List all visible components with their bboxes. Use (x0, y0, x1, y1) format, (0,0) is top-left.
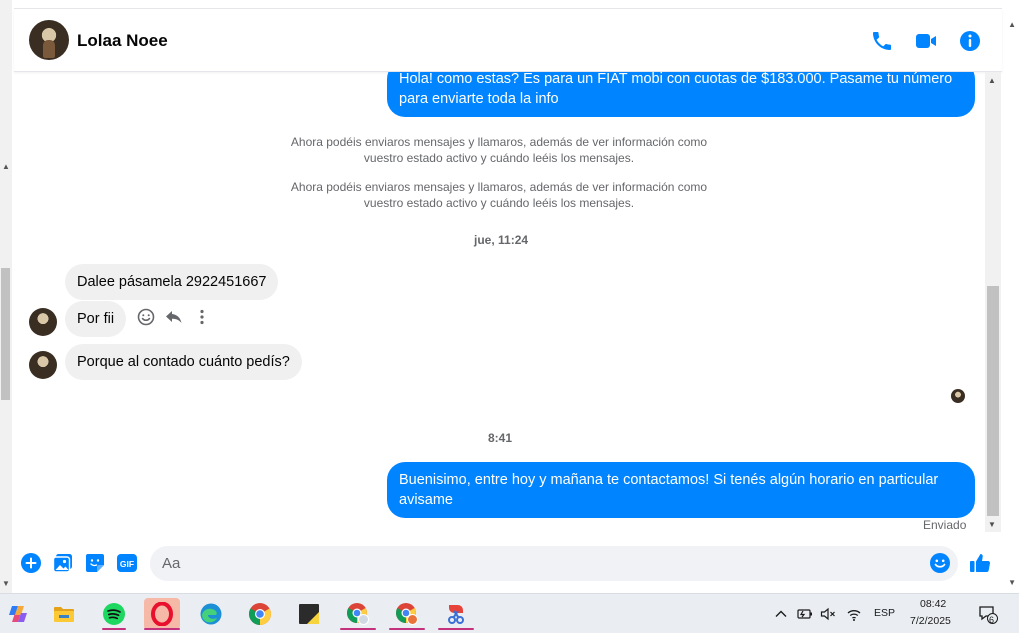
sender-avatar[interactable] (29, 351, 57, 379)
outer-right-scroll-down-arrow-icon[interactable]: ▼ (1008, 578, 1016, 587)
reply-icon[interactable] (164, 307, 184, 327)
chat-scroll-up-arrow-icon[interactable]: ▲ (988, 76, 996, 85)
chrome-icon (249, 603, 271, 625)
snipping-tool-app[interactable] (438, 598, 474, 630)
outgoing-message[interactable]: Buenisimo, entre hoy y mañana te contact… (387, 462, 975, 518)
time-separator: 8:41 (488, 431, 513, 445)
incoming-message[interactable]: Por fii (65, 301, 127, 337)
composer: GIF (14, 538, 1002, 593)
contact-avatar[interactable] (29, 20, 69, 60)
app-running-indicator (438, 628, 474, 630)
chrome-profile-app[interactable] (340, 598, 376, 630)
chat-header: Lolaa Noee (14, 9, 1002, 72)
chevron-up-icon[interactable] (773, 606, 789, 622)
edge-app[interactable] (193, 598, 229, 630)
app-running-indicator (340, 628, 376, 630)
app-running-indicator (144, 628, 180, 630)
like-thumbs-up-icon[interactable] (968, 551, 992, 575)
outer-right-scroll-up-arrow-icon[interactable]: ▲ (1008, 20, 1016, 29)
outer-right-scrollbar[interactable] (1002, 0, 1019, 593)
sent-status: Enviado (923, 518, 967, 532)
battery-icon[interactable] (797, 606, 813, 622)
chat-scrollbar-thumb[interactable] (987, 286, 999, 516)
info-icon[interactable] (958, 29, 982, 53)
copilot-icon (9, 606, 27, 622)
taskbar: ESP 08:42 7/2/2025 6 (0, 593, 1019, 633)
message-list[interactable]: Hola! como estas? Es para un FIAT mobi c… (14, 72, 984, 538)
wifi-icon[interactable] (846, 606, 862, 622)
gif-icon[interactable]: GIF (116, 552, 138, 574)
opera-icon (151, 602, 173, 626)
snipping-tool-icon (448, 605, 464, 624)
app-running-indicator (102, 628, 126, 630)
sticker-icon[interactable] (84, 552, 106, 574)
chrome-profile-icon (396, 603, 418, 625)
speaker-muted-icon[interactable] (820, 606, 836, 622)
chrome-profile-app-2[interactable] (389, 598, 425, 630)
seen-indicator-avatar (951, 389, 965, 403)
screen: ▲ ▼ ▲ ▼ Lolaa Noee Hola! como estas? Es … (0, 0, 1019, 633)
time-separator: jue, 11:24 (474, 233, 529, 247)
notification-center-icon[interactable] (978, 604, 998, 624)
chat-scroll-down-arrow-icon[interactable]: ▼ (988, 520, 996, 529)
chat-notice: Ahora podéis enviaros mensajes y llamaro… (290, 135, 708, 165)
notification-count-badge: 6 (989, 615, 995, 625)
outer-left-scroll-down-arrow-icon[interactable]: ▼ (2, 579, 10, 588)
incoming-message[interactable]: Porque al contado cuánto pedís? (65, 344, 302, 380)
contact-name[interactable]: Lolaa Noee (77, 31, 168, 51)
outer-left-scroll-up-arrow-icon[interactable]: ▲ (2, 162, 10, 171)
video-call-icon[interactable] (914, 29, 938, 53)
incoming-message[interactable]: Dalee pásamela 2922451667 (65, 264, 279, 300)
app-running-indicator (389, 628, 425, 630)
file-explorer-app[interactable] (46, 598, 82, 630)
outgoing-message[interactable]: Hola! como estas? Es para un FIAT mobi c… (387, 72, 975, 117)
outer-left-scrollbar-thumb[interactable] (1, 268, 10, 400)
chrome-app[interactable] (242, 598, 278, 630)
spotify-app[interactable] (96, 598, 132, 630)
sender-avatar[interactable] (29, 308, 57, 336)
more-options-icon[interactable] (192, 307, 212, 327)
input-language[interactable]: ESP (874, 607, 895, 619)
clock-date[interactable]: 7/2/2025 (910, 615, 951, 627)
opera-app[interactable] (144, 598, 180, 630)
sticky-notes-app[interactable] (291, 598, 327, 630)
photo-icon[interactable] (52, 552, 74, 574)
clock-time[interactable]: 08:42 (920, 598, 946, 610)
emoji-icon[interactable] (929, 552, 951, 574)
message-input[interactable] (150, 546, 958, 581)
react-emoji-icon[interactable] (136, 307, 156, 327)
copilot-app[interactable] (0, 598, 36, 630)
phone-call-icon[interactable] (870, 29, 894, 53)
folder-icon (54, 607, 74, 622)
chrome-profile-icon (347, 603, 369, 625)
add-more-icon[interactable] (20, 552, 42, 574)
chat-notice: Ahora podéis enviaros mensajes y llamaro… (290, 180, 708, 210)
spotify-icon (103, 603, 125, 625)
sticky-notes-icon (299, 604, 319, 624)
svg-text:GIF: GIF (120, 559, 134, 569)
edge-icon (200, 603, 222, 625)
